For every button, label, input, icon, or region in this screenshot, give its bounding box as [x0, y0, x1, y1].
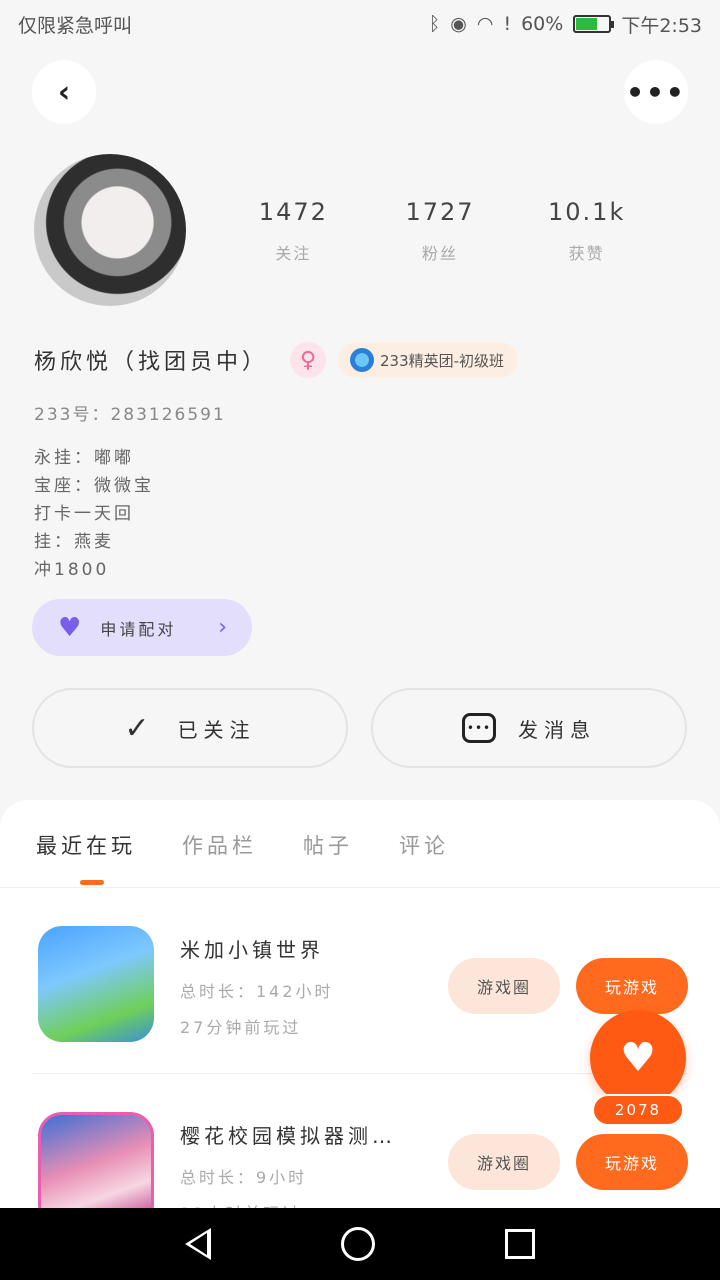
heart-icon: ♥	[620, 1035, 656, 1081]
nav-back-icon[interactable]	[185, 1228, 211, 1260]
send-message-button[interactable]: ••• 发消息	[371, 688, 687, 768]
clock: 下午2:53	[621, 14, 702, 37]
followed-button[interactable]: ✓ 已关注	[32, 688, 348, 768]
chevron-right-icon: ›	[218, 615, 230, 640]
heart-icon: ♥	[58, 612, 85, 643]
name-row: 杨欣悦（找团员中） ♀ 233精英团-初级班	[34, 340, 519, 380]
stat-likes[interactable]: 10.1k 获赞	[513, 198, 660, 264]
bluetooth-icon: ᛒ	[428, 13, 441, 35]
battery-percent: 60%	[521, 13, 564, 35]
game-last-played: 27分钟前玩过	[180, 1018, 302, 1037]
tab-comments[interactable]: 评论	[399, 800, 449, 887]
bio-line: 宝座：微微宝	[34, 476, 154, 496]
apply-pair-button[interactable]: ♥ 申请配对 ›	[32, 599, 252, 656]
check-icon: ✓	[124, 710, 156, 746]
battery-fill	[576, 18, 597, 30]
pair-button-label: 申请配对	[100, 619, 177, 639]
stat-value: 1727	[405, 198, 475, 226]
group-badge-icon	[350, 348, 375, 372]
alert-icon: !	[503, 13, 512, 35]
game-icon[interactable]	[38, 926, 154, 1042]
avatar[interactable]	[34, 154, 186, 306]
tab-works[interactable]: 作品栏	[182, 800, 257, 887]
profile-stats: 1472 关注 1727 粉丝 10.1k 获赞	[220, 198, 660, 264]
system-nav-bar	[0, 1208, 720, 1280]
back-button[interactable]: ‹	[32, 60, 96, 124]
more-button[interactable]: •••	[624, 60, 688, 124]
chevron-left-icon: ‹	[57, 74, 71, 110]
profile-tabs: 最近在玩 作品栏 帖子 评论	[0, 800, 720, 888]
game-duration: 总时长：9小时	[180, 1168, 308, 1187]
carrier-text: 仅限紧急呼叫	[18, 14, 133, 37]
user-name: 杨欣悦（找团员中）	[34, 350, 269, 375]
stat-label: 获赞	[568, 244, 605, 263]
battery-icon	[573, 15, 615, 33]
stat-label: 关注	[275, 244, 312, 263]
group-tag-label: 233精英团-初级班	[380, 351, 505, 370]
stat-value: 1472	[258, 198, 328, 226]
eye-icon: ◉	[450, 13, 467, 35]
user-id: 233号：283126591	[34, 405, 226, 425]
stat-followers[interactable]: 1727 粉丝	[367, 198, 514, 264]
game-circle-button[interactable]: 游戏圈	[448, 1134, 560, 1190]
bio-line: 永挂：嘟嘟	[34, 448, 134, 468]
game-name: 米加小镇世界	[180, 938, 324, 962]
tab-recently-played[interactable]: 最近在玩	[36, 800, 136, 887]
stat-following[interactable]: 1472 关注	[220, 198, 367, 264]
status-bar: 仅限紧急呼叫 ᛒ ◉ ◠ ! 60% 下午2:53	[0, 0, 720, 48]
followed-label: 已关注	[177, 717, 256, 742]
like-count: 2078	[592, 1094, 684, 1126]
nav-home-icon[interactable]	[341, 1227, 375, 1261]
game-row[interactable]: 樱花校园模拟器测… 总时长：9小时 23小时前玩过 游戏圈 玩游戏	[32, 1073, 688, 1208]
female-icon: ♀	[290, 342, 327, 378]
wifi-icon: ◠	[476, 13, 494, 35]
play-game-button[interactable]: 玩游戏	[576, 958, 688, 1014]
bio: 永挂：嘟嘟 宝座：微微宝 打卡一天回 挂：燕麦 冲1800	[34, 444, 154, 584]
game-icon[interactable]	[38, 1112, 154, 1208]
bio-line: 挂：燕麦	[34, 532, 114, 552]
game-duration: 总时长：142小时	[180, 982, 334, 1001]
game-circle-button[interactable]: 游戏圈	[448, 958, 560, 1014]
status-icons: ᛒ ◉ ◠ ! 60% 下午2:53	[429, 11, 702, 38]
tab-posts[interactable]: 帖子	[303, 800, 353, 887]
bio-line: 冲1800	[34, 560, 110, 580]
more-icon: •••	[626, 75, 686, 109]
nav-recent-icon[interactable]	[505, 1229, 535, 1259]
content-panel: 最近在玩 作品栏 帖子 评论 米加小镇世界 总时长：142小时 27分钟前玩过 …	[0, 800, 720, 1208]
send-message-label: 发消息	[518, 717, 596, 742]
game-row[interactable]: 米加小镇世界 总时长：142小时 27分钟前玩过 游戏圈 玩游戏	[32, 888, 688, 1073]
stat-label: 粉丝	[422, 244, 459, 263]
group-tag[interactable]: 233精英团-初级班	[338, 342, 519, 378]
stat-value: 10.1k	[548, 198, 626, 226]
message-icon: •••	[462, 713, 496, 743]
play-game-button[interactable]: 玩游戏	[576, 1134, 688, 1190]
bio-line: 打卡一天回	[34, 504, 134, 524]
game-name: 樱花校园模拟器测…	[180, 1124, 396, 1148]
game-last-played: 23小时前玩过	[180, 1200, 301, 1208]
like-button[interactable]: ♥	[590, 1010, 686, 1106]
